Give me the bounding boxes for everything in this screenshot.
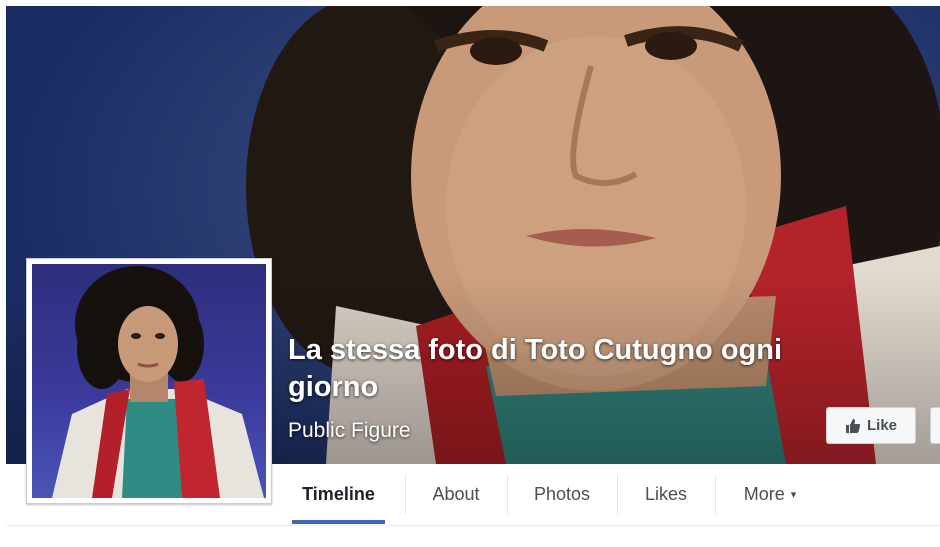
caret-down-icon: ▾	[790, 488, 797, 501]
tab-label: About	[432, 483, 480, 504]
page-title[interactable]: La stessa foto di Toto Cutugno ogni gior…	[288, 332, 828, 406]
tab-more[interactable]: More ▾	[725, 464, 815, 524]
tab-photos[interactable]: Photos	[517, 464, 607, 524]
like-button-label: Like	[866, 417, 897, 434]
tab-timeline[interactable]: Timeline	[292, 464, 385, 524]
profile-picture-frame[interactable]	[26, 258, 272, 504]
page-category[interactable]: Public Figure	[288, 418, 411, 444]
like-button[interactable]: Like	[826, 407, 916, 444]
tab-label: More	[743, 483, 785, 504]
profile-picture	[32, 264, 266, 498]
tab-divider	[715, 474, 716, 514]
active-tab-indicator	[292, 520, 385, 524]
facebook-page-header: La stessa foto di Toto Cutugno ogni gior…	[0, 0, 940, 547]
tab-divider	[617, 474, 618, 514]
secondary-action-button[interactable]	[930, 407, 940, 444]
tab-label: Photos	[533, 483, 591, 504]
tab-label: Timeline	[302, 483, 375, 504]
thumbs-up-icon	[845, 418, 861, 434]
tab-label: Likes	[644, 483, 688, 504]
tab-divider	[507, 474, 508, 514]
tab-about[interactable]: About	[415, 464, 497, 524]
tab-likes[interactable]: Likes	[627, 464, 705, 524]
profile-picture-image	[52, 266, 264, 498]
tab-divider	[405, 474, 406, 514]
